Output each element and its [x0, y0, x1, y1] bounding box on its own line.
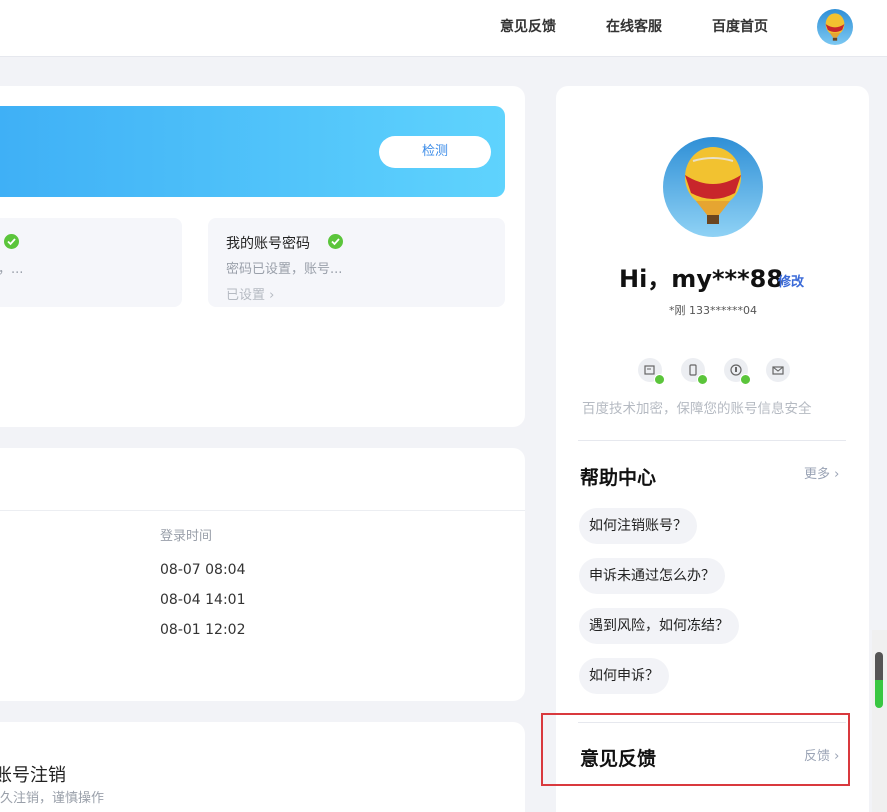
- section-divider: [578, 440, 846, 441]
- nav-feedback-link[interactable]: 意见反馈: [500, 16, 556, 36]
- login-time-header: 登录时间: [160, 529, 213, 544]
- login-time-cell: 08-07 08:04: [160, 562, 246, 578]
- verified-check-icon: [740, 374, 751, 385]
- help-center-title: 帮助中心: [580, 467, 657, 489]
- login-time-cell: 08-04 14:01: [160, 592, 246, 608]
- verified-check-icon: [4, 234, 19, 249]
- detect-button[interactable]: 检测: [379, 136, 491, 168]
- password-card[interactable]: 我的账号密码 密码已设置，账号... 已设置 ›: [208, 218, 505, 307]
- help-question-item[interactable]: 如何注销账号？: [579, 508, 697, 544]
- help-question-item[interactable]: 如何申诉？: [579, 658, 669, 694]
- balloon-avatar-icon: [663, 137, 763, 237]
- verified-check-icon: [328, 234, 343, 249]
- verified-check-icon: [697, 374, 708, 385]
- password-card-desc: 密码已设置，账号...: [226, 262, 343, 277]
- security-item-desc: ，...: [0, 262, 24, 277]
- help-more-link[interactable]: 更多 ›: [804, 463, 839, 482]
- login-records-card: [0, 448, 525, 701]
- help-question-item[interactable]: 申诉未通过怎么办？: [579, 558, 725, 594]
- mail-icon[interactable]: [766, 358, 790, 382]
- profile-avatar[interactable]: [663, 137, 763, 237]
- login-time-cell: 08-01 12:02: [160, 622, 246, 638]
- top-bar: 意见反馈 在线客服 百度首页: [0, 0, 887, 57]
- lock-icon[interactable]: [724, 358, 751, 385]
- nav-online-service-link[interactable]: 在线客服: [606, 16, 662, 36]
- nav-baidu-home-link[interactable]: 百度首页: [712, 16, 768, 36]
- account-cancel-desc: 久注销，谨慎操作: [0, 791, 105, 806]
- phone-icon[interactable]: [681, 358, 708, 385]
- id-card-icon[interactable]: [638, 358, 665, 385]
- password-card-title: 我的账号密码: [226, 236, 310, 252]
- scrollbar-thumb[interactable]: [875, 652, 883, 708]
- login-divider: [0, 510, 525, 511]
- balloon-avatar-icon: [817, 9, 853, 45]
- greeting-text: Hi，my***88: [619, 265, 784, 293]
- password-status-link[interactable]: 已设置 ›: [226, 284, 274, 303]
- account-cancel-title: 账号注销: [0, 765, 66, 786]
- highlight-box: [541, 713, 850, 786]
- edit-username-link[interactable]: 修改: [778, 271, 804, 290]
- verified-check-icon: [654, 374, 665, 385]
- security-item-card[interactable]: ，...: [0, 218, 182, 307]
- bound-phone: *刚 133******04: [669, 304, 757, 317]
- help-question-item[interactable]: 遇到风险，如何冻结？: [579, 608, 739, 644]
- security-note: 百度技术加密，保障您的账号信息安全: [582, 401, 812, 417]
- avatar[interactable]: [817, 9, 853, 45]
